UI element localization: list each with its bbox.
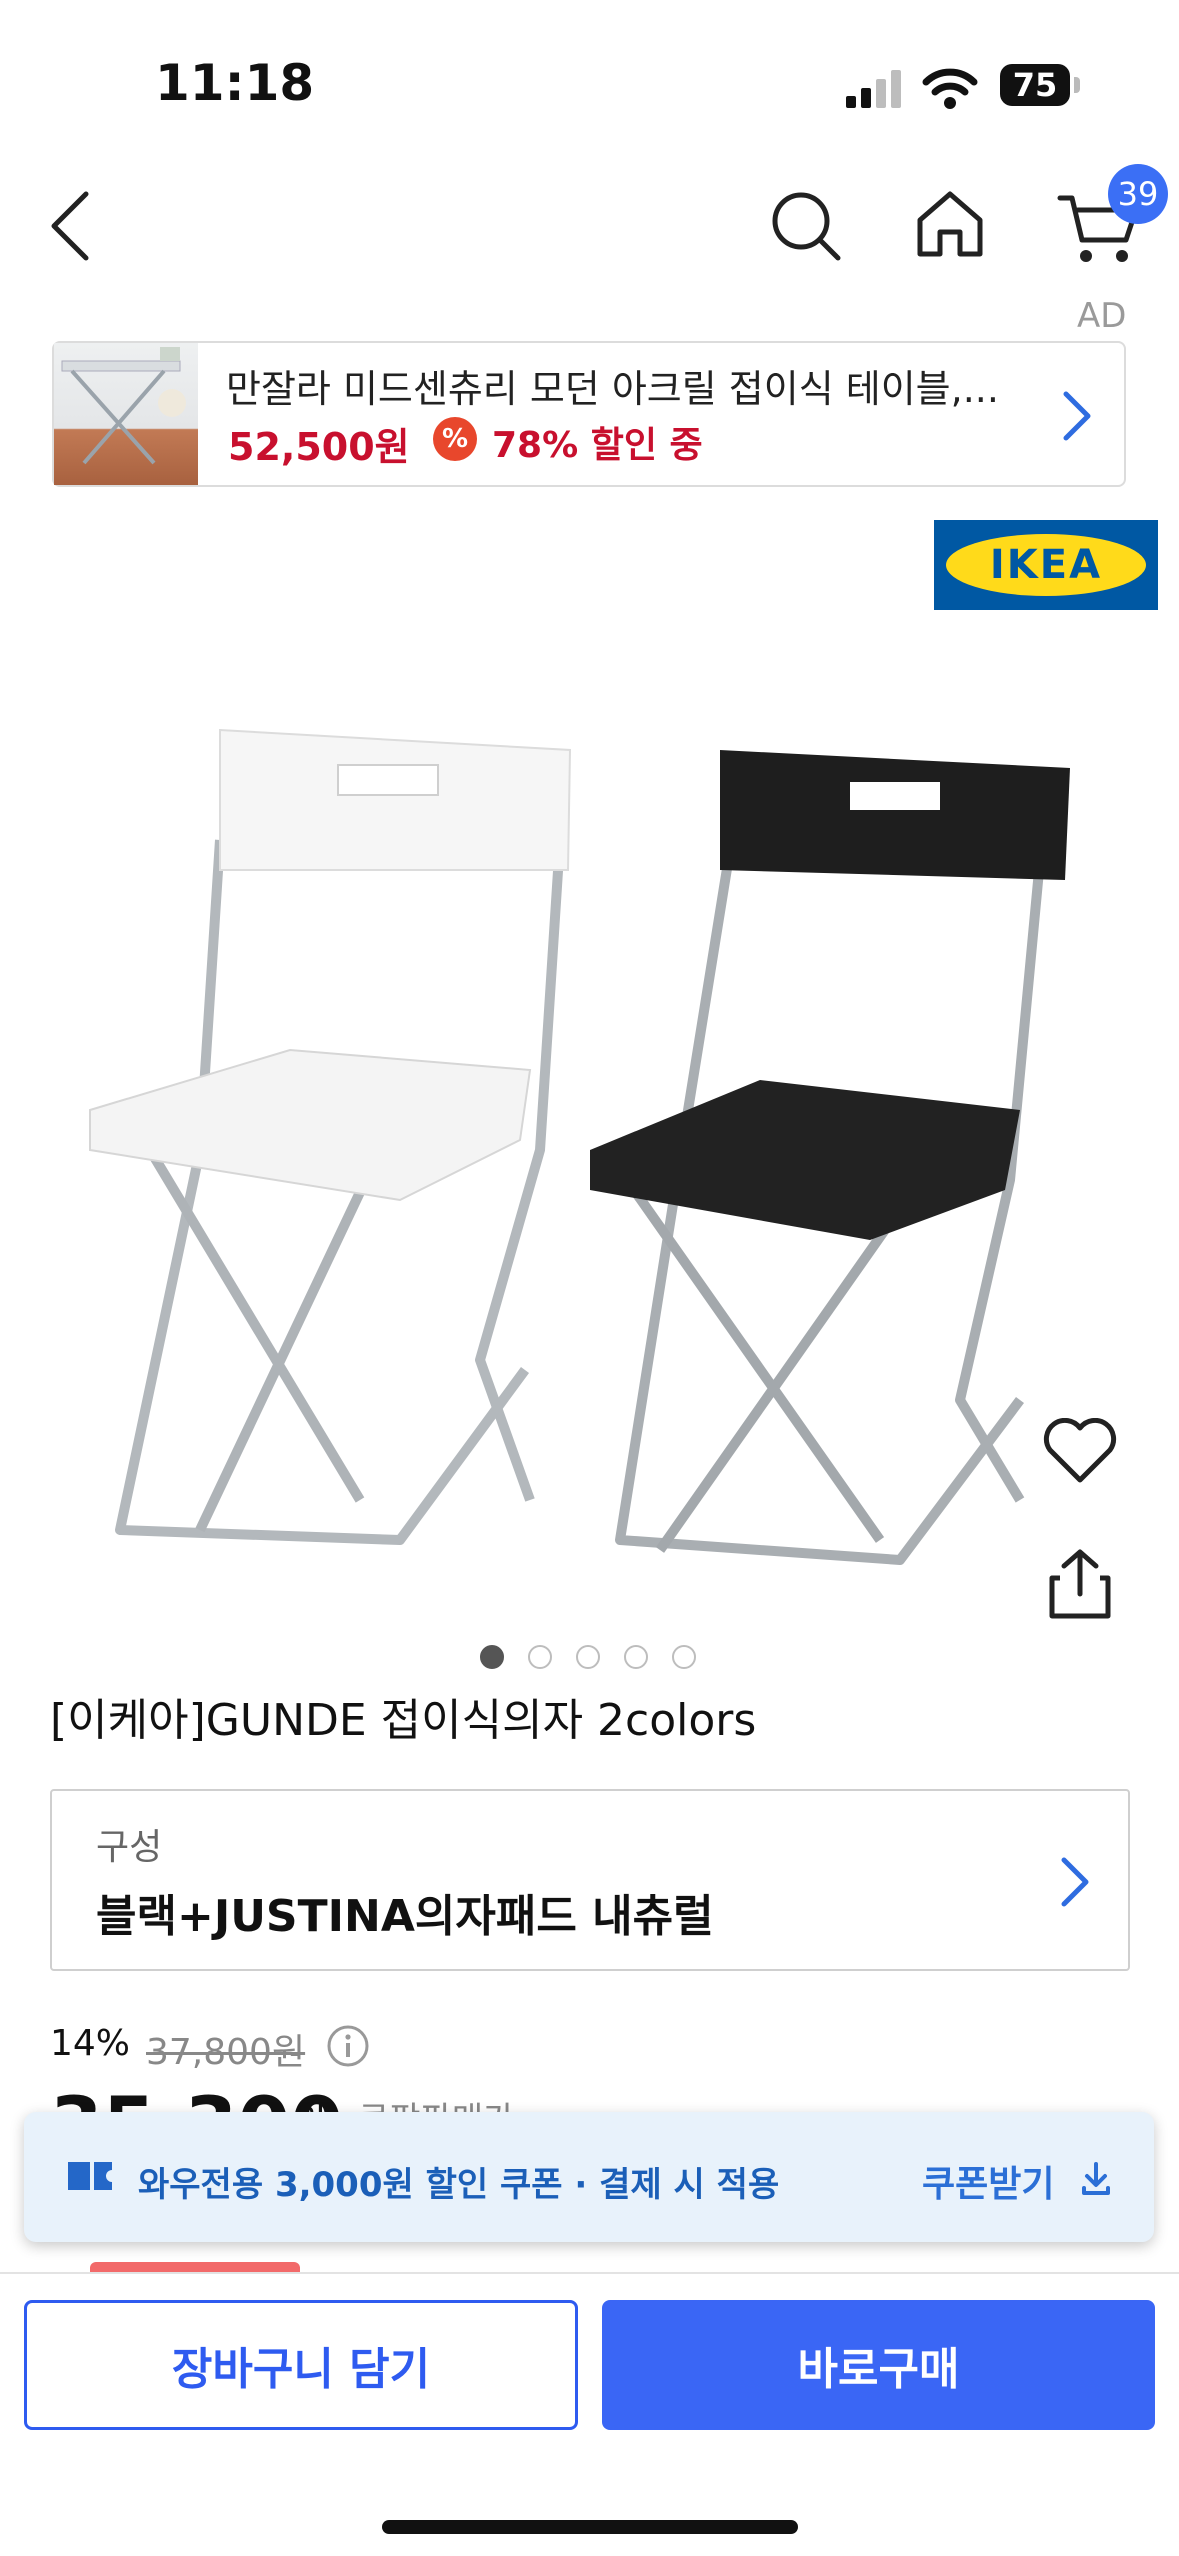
search-icon[interactable] (770, 190, 842, 262)
product-title: [이케아]GUNDE 접이식의자 2colors (50, 1695, 757, 1746)
original-price: 37,800원 (146, 2032, 306, 2073)
home-indicator[interactable] (382, 2520, 798, 2534)
ad-price: 52,500원 (228, 425, 410, 469)
add-to-cart-button[interactable]: 장바구니 담기 (24, 2300, 578, 2430)
coupon-text: 와우전용 3,000원 할인 쿠폰 · 결제 시 적용 (138, 2165, 780, 2205)
carousel-dot[interactable] (672, 1645, 696, 1669)
bottom-bar-divider (0, 2272, 1179, 2274)
ad-title: 만잘라 미드센츄리 모던 아크릴 접이식 테이블,... (226, 367, 999, 411)
option-chevron-right-icon[interactable] (1058, 1856, 1090, 1908)
product-image[interactable] (60, 720, 1100, 1580)
brand-logo-text: IKEA (946, 534, 1146, 596)
battery-indicator: 75 (1000, 64, 1070, 106)
share-icon[interactable] (1046, 1546, 1114, 1622)
option-label: 구성 (96, 1827, 163, 1868)
info-icon[interactable] (326, 2024, 370, 2068)
get-coupon-button[interactable]: 쿠폰받기 (922, 2155, 1054, 2207)
black-chair (590, 750, 1070, 1565)
discount-percent: 14% (50, 2023, 131, 2064)
carousel-dot[interactable] (480, 1645, 504, 1669)
buy-now-button[interactable]: 바로구매 (602, 2300, 1155, 2430)
ad-thumbnail[interactable] (54, 343, 198, 485)
cellular-signal-icon (846, 70, 901, 108)
ad-discount: 78% 할인 중 (492, 425, 703, 466)
download-icon[interactable] (1080, 2160, 1112, 2196)
back-icon[interactable] (48, 190, 92, 262)
ad-table-image (61, 347, 186, 465)
coupon-icon (68, 2162, 112, 2190)
brand-logo[interactable]: IKEA (934, 520, 1158, 610)
white-chair (89, 728, 572, 1545)
cart-count-badge: 39 (1108, 164, 1168, 224)
carousel-dot[interactable] (528, 1645, 552, 1669)
status-time: 11:18 (155, 54, 315, 112)
ad-label: AD (1077, 296, 1127, 336)
home-icon[interactable] (914, 188, 986, 260)
carousel-dot[interactable] (624, 1645, 648, 1669)
carousel-dot[interactable] (576, 1645, 600, 1669)
chevron-right-icon[interactable] (1060, 390, 1092, 442)
battery-tip (1074, 77, 1080, 93)
discount-percent-icon: % (433, 417, 477, 461)
option-value: 블랙+JUSTINA의자패드 내츄럴 (96, 1891, 714, 1942)
wifi-icon (922, 68, 978, 109)
image-carousel-dots (480, 1645, 696, 1669)
heart-icon[interactable] (1042, 1418, 1118, 1486)
